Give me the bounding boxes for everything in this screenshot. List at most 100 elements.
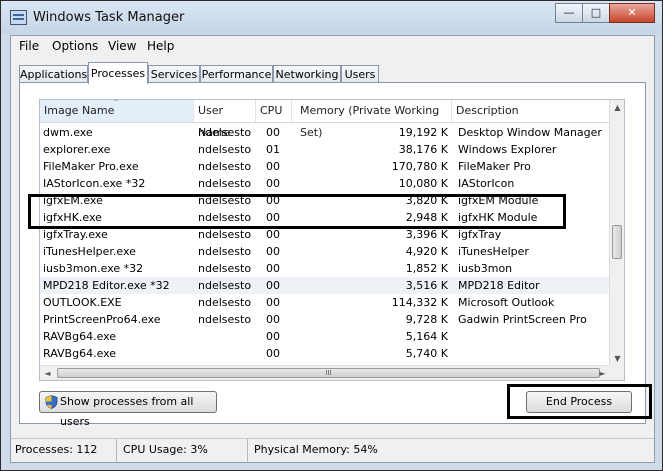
table-row[interactable]: PrintScreenPro64.exe ndelsesto 00 9,728 K Ga… bbox=[40, 311, 610, 328]
cpu-cell: 00 bbox=[266, 126, 280, 139]
table-row[interactable]: dwm.exe ndelsesto 00 19,192 K Desktop Window… bbox=[40, 124, 610, 141]
user-name-cell bbox=[198, 328, 256, 345]
processes-panel: ⌃ Image Name User Name CPU Memory (Priva… bbox=[19, 82, 646, 428]
show-all-processes-button[interactable]: Show processes from all users bbox=[39, 391, 217, 428]
task-manager-icon bbox=[10, 10, 27, 25]
description-cell: IAStorIcon bbox=[458, 177, 515, 190]
status-bar: Processes: 112 CPU Usage: 3% Physical Me… bbox=[11, 438, 654, 463]
scroll-corner bbox=[609, 365, 624, 380]
table-row[interactable]: FileMaker Pro.exe ndelsesto 00 170,780 K Fil… bbox=[40, 158, 610, 175]
status-processes: Processes: 112 bbox=[11, 439, 117, 463]
image-name-cell: FileMaker Pro.exe bbox=[43, 160, 139, 173]
user-name-cell: ndelsesto bbox=[198, 296, 252, 309]
user-name-cell: ndelsesto bbox=[198, 126, 252, 139]
title-bar[interactable]: Windows Task Manager — □ ✕ bbox=[1, 1, 662, 34]
menu-options[interactable]: Options bbox=[52, 39, 98, 53]
user-name-cell bbox=[198, 345, 256, 362]
memory-cell: 19,192 K bbox=[398, 126, 448, 139]
cpu-cell: 00 bbox=[266, 279, 280, 292]
user-name-cell: ndelsesto bbox=[198, 245, 252, 258]
table-row[interactable]: IAStorIcon.exe *32 ndelsesto 00 10,080 K IAS… bbox=[40, 175, 610, 192]
memory-cell: 4,920 K bbox=[405, 245, 448, 258]
image-name-cell: iTunesHelper.exe bbox=[43, 245, 136, 258]
memory-cell: 1,852 K bbox=[405, 262, 448, 275]
user-name-cell: ndelsesto bbox=[198, 160, 252, 173]
menu-view[interactable]: View bbox=[108, 39, 136, 53]
table-row[interactable]: iusb3mon.exe *32 ndelsesto 00 1,852 K iusb3m… bbox=[40, 260, 610, 277]
table-row[interactable]: RAVBg64.exe 00 5,740 K bbox=[40, 345, 610, 362]
menu-bar: File Options View Help bbox=[11, 36, 654, 56]
horizontal-scrollbar[interactable]: ◄ III ► bbox=[40, 365, 610, 380]
description-cell: MPD218 Editor bbox=[458, 279, 540, 292]
scroll-down-icon[interactable]: ▼ bbox=[610, 351, 624, 366]
tab-performance[interactable]: Performance bbox=[200, 65, 273, 83]
menu-help[interactable]: Help bbox=[147, 39, 174, 53]
table-row[interactable]: explorer.exe ndelsesto 01 38,176 K Windows E… bbox=[40, 141, 610, 158]
scroll-right-icon[interactable]: ► bbox=[595, 366, 610, 380]
tab-applications[interactable]: Applications bbox=[19, 65, 88, 83]
cpu-cell: 00 bbox=[266, 177, 280, 190]
cpu-cell: 00 bbox=[266, 262, 280, 275]
cpu-cell: 01 bbox=[266, 143, 280, 156]
column-label: Image Name bbox=[44, 104, 115, 117]
memory-cell: 38,176 K bbox=[398, 143, 448, 156]
tab-services[interactable]: Services bbox=[148, 65, 200, 83]
image-name-cell: RAVBg64.exe bbox=[43, 330, 117, 343]
horizontal-scroll-thumb[interactable]: III bbox=[57, 368, 600, 378]
table-row[interactable]: RAVBg64.exe 00 5,164 K bbox=[40, 328, 610, 345]
uac-shield-icon bbox=[45, 395, 58, 409]
cpu-cell: 00 bbox=[266, 296, 280, 309]
status-physical-memory: Physical Memory: 54% bbox=[254, 443, 378, 456]
column-description[interactable]: Description bbox=[452, 100, 610, 122]
vertical-scrollbar[interactable]: ▲ ▼ bbox=[609, 100, 624, 366]
scroll-up-icon[interactable]: ▲ bbox=[610, 100, 624, 115]
column-cpu[interactable]: CPU bbox=[256, 100, 292, 122]
user-name-cell: ndelsesto bbox=[198, 143, 252, 156]
maximize-button[interactable]: □ bbox=[582, 3, 610, 23]
description-cell: Gadwin PrintScreen Pro bbox=[458, 313, 587, 326]
tab-processes[interactable]: Processes bbox=[88, 62, 148, 84]
image-name-cell: dwm.exe bbox=[43, 126, 93, 139]
column-memory[interactable]: Memory (Private Working Set) bbox=[292, 100, 452, 139]
highlight-box-igfx-rows bbox=[28, 194, 566, 229]
process-list[interactable]: ⌃ Image Name User Name CPU Memory (Priva… bbox=[39, 99, 625, 381]
tab-users[interactable]: Users bbox=[341, 65, 379, 83]
cpu-cell: 00 bbox=[266, 347, 280, 360]
minimize-button[interactable]: — bbox=[555, 3, 583, 23]
sort-ascending-icon: ⌃ bbox=[113, 99, 120, 107]
close-button[interactable]: ✕ bbox=[609, 3, 655, 23]
scroll-left-icon[interactable]: ◄ bbox=[40, 366, 55, 380]
show-all-processes-label: Show processes from all users bbox=[60, 395, 194, 428]
table-row[interactable]: MPD218 Editor.exe *32 ndelsesto 00 3,516 K M… bbox=[40, 277, 610, 294]
tab-networking[interactable]: Networking bbox=[273, 65, 341, 83]
memory-cell: 5,740 K bbox=[405, 347, 448, 360]
column-image-name[interactable]: ⌃ Image Name bbox=[40, 100, 194, 122]
task-manager-window: Windows Task Manager — □ ✕ File Options … bbox=[0, 0, 663, 471]
description-cell bbox=[458, 345, 608, 362]
image-name-cell: OUTLOOK.EXE bbox=[43, 296, 122, 309]
menu-file[interactable]: File bbox=[19, 39, 39, 53]
vertical-scroll-thumb[interactable] bbox=[612, 225, 622, 259]
cpu-cell: 00 bbox=[266, 313, 280, 326]
description-cell: Microsoft Outlook bbox=[458, 296, 555, 309]
memory-cell: 5,164 K bbox=[405, 330, 448, 343]
table-row[interactable]: iTunesHelper.exe ndelsesto 00 4,920 K iTunes… bbox=[40, 243, 610, 260]
memory-cell: 9,728 K bbox=[405, 313, 448, 326]
column-user-name[interactable]: User Name bbox=[194, 100, 256, 139]
image-name-cell: MPD218 Editor.exe *32 bbox=[43, 279, 170, 292]
status-cpu-usage: CPU Usage: 3% bbox=[117, 439, 248, 463]
image-name-cell: iusb3mon.exe *32 bbox=[43, 262, 144, 275]
table-row[interactable]: OUTLOOK.EXE ndelsesto 00 114,332 K Microsoft… bbox=[40, 294, 610, 311]
image-name-cell: IAStorIcon.exe *32 bbox=[43, 177, 146, 190]
image-name-cell: explorer.exe bbox=[43, 143, 111, 156]
description-cell: FileMaker Pro bbox=[458, 160, 531, 173]
memory-cell: 170,780 K bbox=[391, 160, 448, 173]
user-name-cell: ndelsesto bbox=[198, 262, 252, 275]
image-name-cell: PrintScreenPro64.exe bbox=[43, 313, 161, 326]
cpu-cell: 00 bbox=[266, 245, 280, 258]
list-header: ⌃ Image Name User Name CPU Memory (Priva… bbox=[40, 100, 610, 139]
description-cell: Windows Explorer bbox=[458, 143, 557, 156]
description-cell bbox=[458, 328, 608, 345]
memory-cell: 114,332 K bbox=[391, 296, 448, 309]
user-name-cell: ndelsesto bbox=[198, 177, 252, 190]
